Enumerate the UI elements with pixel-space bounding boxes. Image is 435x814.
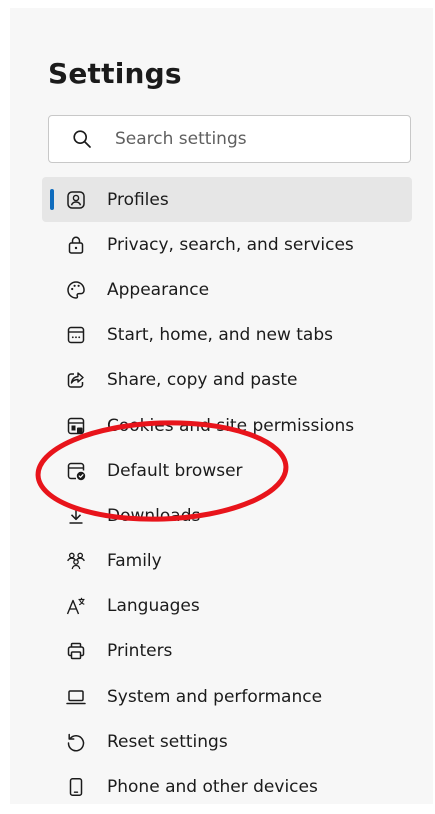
nav-item-phone-devices[interactable]: Phone and other devices (42, 764, 412, 809)
nav-label: Reset settings (107, 731, 228, 752)
nav-item-languages[interactable]: Languages (42, 584, 412, 629)
nav-label: Family (107, 551, 162, 572)
palette-icon (65, 279, 87, 301)
lock-icon (65, 234, 87, 256)
nav-label: Share, copy and paste (107, 370, 298, 391)
nav-item-downloads[interactable]: Downloads (42, 493, 412, 538)
nav-label: Profiles (107, 189, 169, 210)
languages-icon (65, 595, 87, 617)
share-icon (65, 369, 87, 391)
nav-label: Phone and other devices (107, 777, 318, 798)
nav-label: Languages (107, 596, 200, 617)
printer-icon (65, 640, 87, 662)
default-browser-icon (65, 460, 87, 482)
nav-item-profiles[interactable]: Profiles (42, 177, 412, 223)
search-icon (72, 129, 92, 149)
reset-icon (65, 731, 87, 753)
settings-nav: Profiles Privacy, search, and services A… (42, 177, 412, 810)
nav-label: Default browser (107, 460, 243, 481)
page-title: Settings (48, 57, 182, 90)
nav-item-family[interactable]: Family (42, 539, 412, 584)
phone-icon (65, 776, 87, 798)
nav-item-cookies[interactable]: Cookies and site permissions (42, 403, 412, 448)
search-input[interactable] (115, 129, 375, 149)
nav-item-privacy[interactable]: Privacy, search, and services (42, 222, 412, 267)
nav-label: Privacy, search, and services (107, 234, 354, 255)
nav-item-printers[interactable]: Printers (42, 629, 412, 674)
nav-item-share-copy-paste[interactable]: Share, copy and paste (42, 358, 412, 403)
nav-item-default-browser[interactable]: Default browser (42, 448, 412, 493)
settings-sidebar: Settings Profiles (10, 8, 433, 804)
search-box[interactable] (48, 115, 411, 163)
nav-label: Downloads (107, 505, 201, 526)
cookies-icon (65, 415, 87, 437)
laptop-icon (65, 686, 87, 708)
nav-label: Printers (107, 641, 173, 662)
nav-item-system-performance[interactable]: System and performance (42, 674, 412, 719)
nav-label: System and performance (107, 686, 323, 707)
family-icon (65, 550, 87, 572)
home-tabs-icon (65, 324, 87, 346)
nav-label: Appearance (107, 279, 210, 300)
download-icon (65, 505, 87, 527)
nav-item-start-home-tabs[interactable]: Start, home, and new tabs (42, 313, 412, 358)
nav-item-appearance[interactable]: Appearance (42, 267, 412, 312)
nav-label: Start, home, and new tabs (107, 325, 333, 346)
profile-icon (65, 189, 87, 211)
nav-label: Cookies and site permissions (107, 415, 355, 436)
nav-item-reset-settings[interactable]: Reset settings (42, 719, 412, 764)
